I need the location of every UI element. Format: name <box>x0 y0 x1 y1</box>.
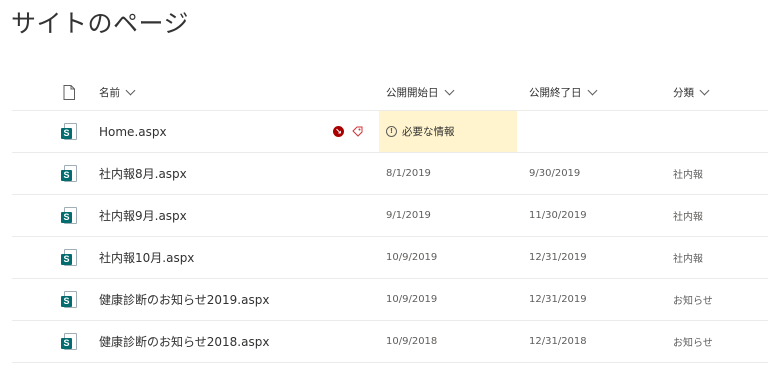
column-header-pub-start[interactable]: 公開開始日 <box>386 74 454 110</box>
alert-icon[interactable]: ↘ <box>333 126 344 137</box>
chevron-down-icon <box>699 85 710 95</box>
table-row[interactable]: S 社内報9月.aspx 9/1/2019 11/30/2019 社内報 <box>12 195 768 237</box>
table-row[interactable]: S Home.aspx ↘ ! 必要な情報 <box>12 111 768 153</box>
sharepoint-page-icon: S <box>61 332 77 351</box>
pub-end-value: 9/30/2019 <box>529 168 581 179</box>
list-header: 名前 公開開始日 公開終了日 分類 <box>12 74 768 111</box>
file-icon-cell: S <box>59 321 79 362</box>
pub-start-value: 10/9/2018 <box>386 336 438 347</box>
sharepoint-page-icon: S <box>61 206 77 225</box>
sharepoint-page-icon: S <box>61 290 77 309</box>
file-icon-cell: S <box>59 279 79 320</box>
chevron-down-icon <box>125 85 136 95</box>
pub-end-value: 11/30/2019 <box>529 210 587 221</box>
category-value: 社内報 <box>673 170 703 181</box>
table-row[interactable]: S 社内報8月.aspx 8/1/2019 9/30/2019 社内報 <box>12 153 768 195</box>
table-row[interactable]: S 健康診断のお知らせ2019.aspx 10/9/2019 12/31/201… <box>12 279 768 321</box>
info-icon: ! <box>386 126 397 137</box>
table-row[interactable]: S 社内報10月.aspx 10/9/2019 12/31/2019 社内報 <box>12 237 768 279</box>
column-header-pub-start-label: 公開開始日 <box>386 86 439 99</box>
pages-list: 名前 公開開始日 公開終了日 分類 S Home.aspx ↘ ! 必要な情報 … <box>12 74 768 363</box>
pub-start-value: 10/9/2019 <box>386 294 438 305</box>
file-icon-cell: S <box>59 237 79 278</box>
chevron-down-icon <box>587 85 597 95</box>
table-row[interactable]: S 健康診断のお知らせ2018.aspx 10/9/2018 12/31/201… <box>12 321 768 363</box>
column-header-name-label: 名前 <box>99 86 120 99</box>
pub-end-value: 12/31/2019 <box>529 294 587 305</box>
document-icon <box>63 84 75 100</box>
sharepoint-page-icon: S <box>61 122 77 141</box>
chevron-down-icon <box>444 85 454 95</box>
pub-end-value: 12/31/2019 <box>529 252 587 263</box>
file-icon-cell: S <box>59 153 79 194</box>
file-icon-cell: S <box>59 195 79 236</box>
file-name-link[interactable]: 社内報9月.aspx <box>99 195 187 236</box>
file-type-column-header[interactable] <box>59 74 79 110</box>
category-value: 社内報 <box>673 254 703 265</box>
column-header-pub-end-label: 公開終了日 <box>529 86 582 99</box>
file-name-link[interactable]: 健康診断のお知らせ2018.aspx <box>99 321 269 362</box>
pub-start-value: 8/1/2019 <box>386 168 431 179</box>
sharepoint-page-icon: S <box>61 164 77 183</box>
file-icon-cell: S <box>59 111 79 152</box>
required-info-cell[interactable]: ! 必要な情報 <box>379 111 517 152</box>
column-header-name[interactable]: 名前 <box>99 74 136 110</box>
file-name-link[interactable]: 社内報10月.aspx <box>99 237 194 278</box>
sharepoint-page-icon: S <box>61 248 77 267</box>
tag-icon[interactable] <box>352 126 363 137</box>
item-status-icons: ↘ <box>333 111 363 152</box>
file-name-link[interactable]: 社内報8月.aspx <box>99 153 187 194</box>
column-header-pub-end[interactable]: 公開終了日 <box>529 74 597 110</box>
site-pages-view: サイトのページ 名前 公開開始日 公開終了日 分類 S Home.aspx ↘ … <box>0 0 768 381</box>
file-name-link[interactable]: 健康診断のお知らせ2019.aspx <box>99 279 269 320</box>
pub-start-value: 10/9/2019 <box>386 252 438 263</box>
category-value: お知らせ <box>673 338 713 349</box>
category-value: 社内報 <box>673 212 703 223</box>
category-value: お知らせ <box>673 296 713 307</box>
file-name-link[interactable]: Home.aspx <box>99 111 167 152</box>
column-header-category[interactable]: 分類 <box>673 74 710 110</box>
page-title: サイトのページ <box>11 9 190 38</box>
column-header-category-label: 分類 <box>673 86 694 99</box>
pub-start-value: 9/1/2019 <box>386 210 431 221</box>
required-info-label: 必要な情報 <box>402 126 455 138</box>
pub-end-value: 12/31/2018 <box>529 336 587 347</box>
